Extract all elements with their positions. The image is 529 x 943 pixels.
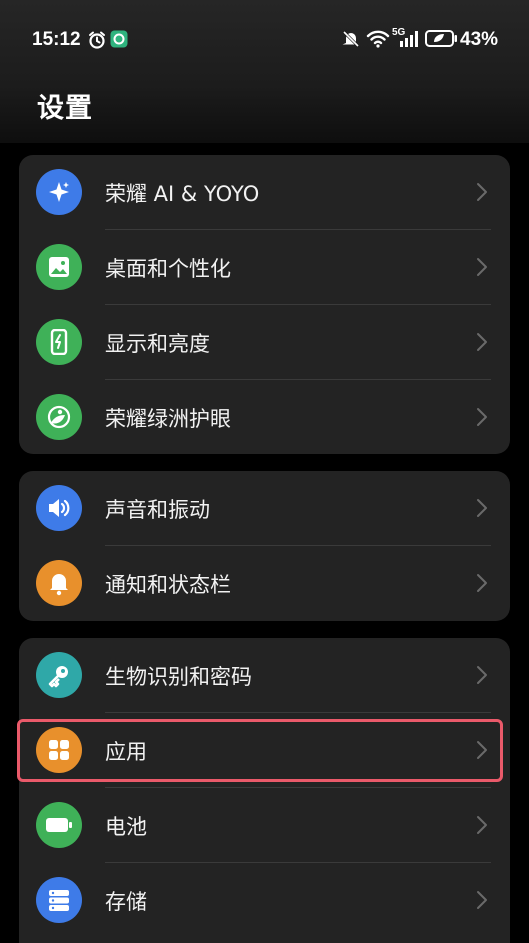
settings-group-2: 声音和振动 通知和状态栏 <box>19 471 510 621</box>
settings-item-notifications-status-bar[interactable]: 通知和状态栏 <box>19 546 510 621</box>
bell-icon <box>36 560 82 606</box>
wifi-icon <box>366 30 390 48</box>
chevron-right-icon <box>477 574 487 592</box>
speaker-icon <box>36 485 82 531</box>
battery-percent: 43% <box>460 29 499 50</box>
chevron-right-icon <box>477 816 487 834</box>
settings-item-sound-vibration[interactable]: 声音和振动 <box>19 471 510 546</box>
settings-item-label: 生物识别和密码 <box>105 665 252 689</box>
settings-item-label: 声音和振动 <box>105 498 210 522</box>
chevron-right-icon <box>477 499 487 517</box>
chevron-right-icon <box>477 666 487 684</box>
settings-item-eye-comfort[interactable]: 荣耀绿洲护眼 <box>19 380 510 454</box>
battery-status-icon <box>425 30 457 47</box>
eye-care-icon <box>36 394 82 440</box>
settings-item-label: 电池 <box>105 815 147 839</box>
storage-icon <box>36 877 82 923</box>
settings-item-label: 荣耀 AI & YOYO <box>105 182 260 206</box>
header: 15:12 5G 43% 设置 <box>0 0 529 143</box>
chevron-right-icon <box>477 258 487 276</box>
page-title: 设置 <box>37 93 93 124</box>
battery-icon <box>36 802 82 848</box>
chevron-right-icon <box>477 333 487 351</box>
settings-item-label: 存储 <box>105 890 147 914</box>
signal-icon <box>400 31 418 47</box>
chevron-right-icon <box>477 741 487 759</box>
settings-group-3: 生物识别和密码 应用 电池 存储 <box>19 638 510 943</box>
settings-item-label: 显示和亮度 <box>105 332 210 356</box>
apps-grid-icon <box>36 727 82 773</box>
muted-bell-icon <box>342 30 360 48</box>
chevron-right-icon <box>477 891 487 909</box>
key-icon <box>36 652 82 698</box>
settings-item-battery[interactable]: 电池 <box>19 788 510 863</box>
settings-item-label: 通知和状态栏 <box>105 573 231 597</box>
settings-item-biometrics-password[interactable]: 生物识别和密码 <box>19 638 510 713</box>
settings-item-desktop-personalization[interactable]: 桌面和个性化 <box>19 230 510 305</box>
status-time: 15:12 <box>32 29 81 50</box>
settings-item-label: 桌面和个性化 <box>105 257 231 281</box>
settings-item-label: 荣耀绿洲护眼 <box>105 407 231 431</box>
settings-item-label: 应用 <box>105 740 147 764</box>
alarm-icon <box>89 31 105 49</box>
settings-item-honor-ai-yoyo[interactable]: 荣耀 AI & YOYO <box>19 155 510 230</box>
settings-group-1: 荣耀 AI & YOYO 桌面和个性化 显示和亮度 荣耀绿洲护眼 <box>19 155 510 454</box>
image-icon <box>36 244 82 290</box>
chevron-right-icon <box>477 408 487 426</box>
settings-item-display-brightness[interactable]: 显示和亮度 <box>19 305 510 380</box>
settings-item-storage[interactable]: 存储 <box>19 863 510 938</box>
settings-item-apps[interactable]: 应用 <box>19 713 510 788</box>
chevron-right-icon <box>477 183 487 201</box>
phone-brightness-icon <box>36 319 82 365</box>
app-notification-icon <box>110 30 128 48</box>
status-bar: 15:12 5G 43% <box>0 26 529 56</box>
sparkle-icon <box>36 169 82 215</box>
